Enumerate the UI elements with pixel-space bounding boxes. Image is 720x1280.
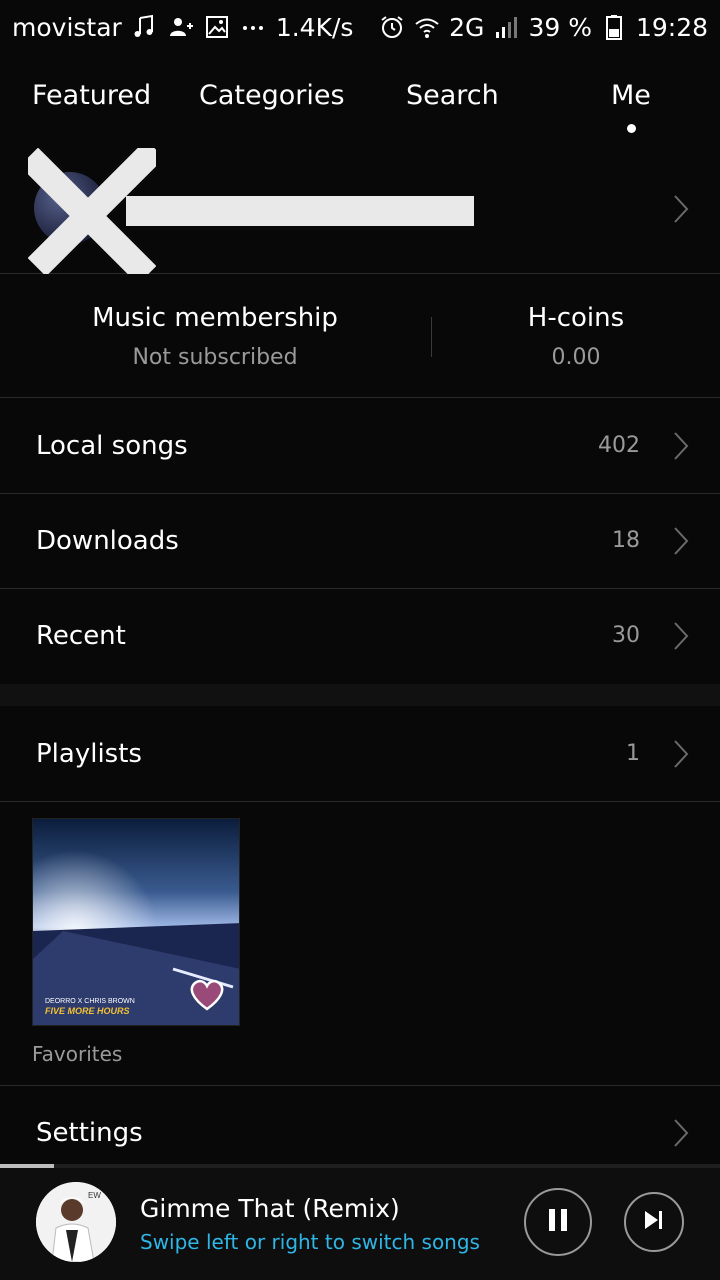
next-track-button[interactable] xyxy=(624,1192,684,1252)
now-playing-artwork[interactable]: EW xyxy=(36,1182,116,1262)
row-label: Local songs xyxy=(36,431,188,461)
top-tabs: Featured Categories Search Me xyxy=(0,70,720,140)
now-playing-title: Gimme That (Remix) xyxy=(140,1194,400,1223)
swipe-hint: Swipe left or right to switch songs xyxy=(140,1230,480,1254)
chevron-right-icon xyxy=(672,526,690,556)
row-label: Downloads xyxy=(36,526,179,556)
row-local-songs[interactable]: Local songs 402 xyxy=(0,399,720,494)
tab-featured[interactable]: Featured xyxy=(32,80,151,111)
carrier-label: movistar xyxy=(12,12,122,42)
network-type: 2G xyxy=(449,12,485,42)
more-icon xyxy=(240,14,266,40)
chevron-right-icon xyxy=(672,1118,690,1148)
tab-categories[interactable]: Categories xyxy=(199,80,345,111)
skip-next-icon xyxy=(642,1208,666,1236)
h-coins-value: 0.00 xyxy=(551,345,601,370)
battery-percent: 39 % xyxy=(528,12,592,42)
chevron-right-icon xyxy=(672,739,690,769)
wifi-icon xyxy=(414,14,440,40)
status-bar: movistar 1.4K/s 2G 39 % 19:28 xyxy=(0,0,720,54)
cover-artist: DEORRO X CHRIS BROWN xyxy=(45,998,135,1005)
add-user-icon xyxy=(168,14,194,40)
row-count: 30 xyxy=(612,623,640,648)
mini-player[interactable]: EW Gimme That (Remix) Swipe left or righ… xyxy=(0,1168,720,1280)
membership-status: Not subscribed xyxy=(132,345,298,370)
selected-tab-indicator xyxy=(627,124,636,133)
profile-row[interactable] xyxy=(0,148,720,274)
membership-panel: Music membership Not subscribed H-coins … xyxy=(0,275,720,398)
image-icon xyxy=(204,14,230,40)
tab-search[interactable]: Search xyxy=(406,80,499,111)
signal-icon xyxy=(493,14,519,40)
battery-icon xyxy=(601,14,627,40)
cover-title: FIVE MORE HOURS xyxy=(45,1006,130,1016)
clock: 19:28 xyxy=(635,12,708,42)
chevron-right-icon xyxy=(672,431,690,461)
album-art: DEORRO X CHRIS BROWN FIVE MORE HOURS xyxy=(33,819,239,1025)
playlist-cover-favorites[interactable]: DEORRO X CHRIS BROWN FIVE MORE HOURS xyxy=(32,818,240,1026)
row-count: 1 xyxy=(626,741,640,766)
h-coins-title: H-coins xyxy=(527,303,625,333)
chevron-right-icon xyxy=(672,194,690,224)
music-note-icon xyxy=(132,14,158,40)
membership-title: Music membership xyxy=(92,303,338,333)
svg-text:EW: EW xyxy=(88,1191,101,1200)
row-label: Settings xyxy=(36,1118,143,1148)
row-label: Playlists xyxy=(36,739,142,769)
redacted-username xyxy=(126,196,474,226)
playlist-name: Favorites xyxy=(32,1042,123,1066)
network-speed: 1.4K/s xyxy=(275,12,354,42)
row-count: 402 xyxy=(598,433,640,458)
music-membership[interactable]: Music membership Not subscribed xyxy=(0,303,430,370)
row-downloads[interactable]: Downloads 18 xyxy=(0,494,720,589)
section-gap xyxy=(0,684,720,706)
row-recent[interactable]: Recent 30 xyxy=(0,589,720,684)
pause-icon xyxy=(545,1207,571,1237)
tab-me[interactable]: Me xyxy=(611,80,651,111)
chevron-right-icon xyxy=(672,621,690,651)
row-label: Recent xyxy=(36,621,126,651)
h-coins[interactable]: H-coins 0.00 xyxy=(432,303,720,370)
alarm-icon xyxy=(379,14,405,40)
pause-button[interactable] xyxy=(524,1188,592,1256)
row-count: 18 xyxy=(612,528,640,553)
row-playlists[interactable]: Playlists 1 xyxy=(0,707,720,802)
